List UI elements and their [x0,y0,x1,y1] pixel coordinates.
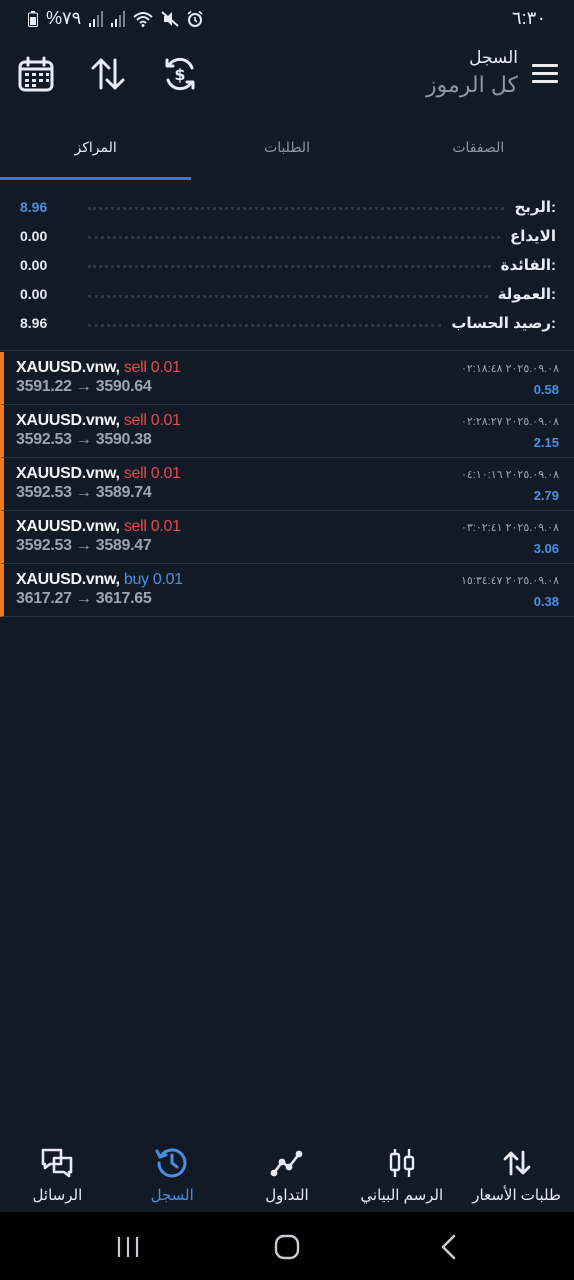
position-prices: 3591.22 → 3590.64 [16,378,152,395]
recent-apps-icon[interactable] [113,1232,143,1262]
dotted-leader [88,294,488,298]
deposit-label: الايداع [510,227,556,245]
summary-row-interest: 0.00 الفائدة: [20,250,556,279]
wifi-icon [133,11,154,27]
position-profit: 2.15 [533,435,559,450]
position-symbol: XAUUSD.vnw, sell 0.01 [16,359,181,376]
battery-percent: %٧٩ [46,8,82,28]
position-row[interactable]: XAUUSD.vnw, sell 0.01 3592.53 → 3589.47 … [0,511,574,564]
divider [0,350,574,351]
position-row[interactable]: XAUUSD.vnw, sell 0.01 3592.53 → 3589.74 … [0,458,574,511]
app-header: $ السجل كل الرموز [0,40,574,116]
position-side: sell 0.01 [123,359,181,376]
interest-value: 0.00 [20,256,48,273]
bottom-nav: الرسائل السجل التداول الرسم البياني طلبا… [0,1138,574,1212]
positions-list: XAUUSD.vnw, sell 0.01 3591.22 → 3590.64 … [0,352,574,617]
position-time: ٢٠٢٥.٠٩.٠٨ ٠٢:١٨:٤٨ [460,363,559,375]
deposit-value: 0.00 [20,227,48,244]
position-prices: 3617.27 → 3617.65 [16,590,152,607]
position-profit: 0.58 [533,382,559,397]
nav-label: الرسائل [32,1187,83,1204]
summary-row-commission: 0.00 العمولة: [20,280,556,309]
tab-positions[interactable]: المراكز [0,126,192,180]
nav-trade[interactable]: التداول [230,1138,345,1212]
signal-2-icon [111,10,126,27]
nav-messages[interactable]: الرسائل [0,1138,115,1212]
position-row[interactable]: XAUUSD.vnw, sell 0.01 3591.22 → 3590.64 … [0,352,574,405]
commission-label: العمولة: [497,286,556,304]
account-summary: 8.96 الربح: 0.00 الايداع 0.00 الفائدة: 0… [20,192,556,338]
history-icon [155,1148,187,1178]
menu-icon[interactable] [532,64,558,84]
nav-quotes[interactable]: طلبات الأسعار [459,1138,574,1212]
trade-icon [270,1150,303,1177]
calendar-icon[interactable] [18,56,54,92]
home-icon[interactable] [272,1232,302,1262]
quotes-icon [503,1150,530,1176]
profit-value: 8.96 [20,198,48,215]
summary-row-profit: 8.96 الربح: [20,192,556,221]
chart-icon [389,1149,414,1177]
position-symbol: XAUUSD.vnw, sell 0.01 [16,412,181,429]
clock: ٦:٣٠ [511,8,546,28]
signal-icon [89,10,104,27]
nav-history[interactable]: السجل [115,1138,230,1212]
alarm-icon [187,10,203,27]
battery-icon [28,10,38,27]
dotted-leader [88,323,442,327]
messages-icon [42,1148,73,1178]
tab-orders[interactable]: الطلبات [191,126,382,180]
position-prices: 3592.53 → 3590.38 [16,431,152,448]
nav-label: السجل [150,1187,194,1204]
position-symbol: XAUUSD.vnw, sell 0.01 [16,465,181,482]
position-prices: 3592.53 → 3589.47 [16,537,152,554]
position-profit: 2.79 [533,488,559,503]
nav-label: التداول [265,1187,309,1204]
dotted-leader [88,236,500,240]
dotted-leader [88,207,505,211]
interest-label: الفائدة: [500,256,556,274]
summary-row-deposit: 0.00 الايداع [20,221,556,250]
commission-value: 0.00 [20,286,48,303]
tab-deals[interactable]: الصفقات [383,126,574,180]
balance-label: رصيد الحساب: [451,315,556,333]
position-side: buy 0.01 [123,571,183,588]
header-titles: السجل كل الرموز [426,48,518,98]
position-time: ٢٠٢٥.٠٩.٠٨ ٠٢:٢٨:٢٧ [460,416,559,428]
mute-icon [161,10,180,27]
position-symbol: XAUUSD.vnw, sell 0.01 [16,518,181,535]
back-icon[interactable] [434,1232,464,1262]
position-row[interactable]: XAUUSD.vnw, sell 0.01 3592.53 → 3590.38 … [0,405,574,458]
symbol-filter[interactable]: كل الرموز [426,72,518,98]
position-time: ٢٠٢٥.٠٩.٠٨ ٠٤:١٠:١٦ [460,469,559,481]
balance-value: 8.96 [20,315,48,332]
sort-icon[interactable] [90,56,126,92]
profit-label: الربح: [514,198,556,216]
position-prices: 3592.53 → 3589.74 [16,484,152,501]
nav-label: الرسم البياني [360,1187,444,1204]
page-title: السجل [469,48,518,67]
position-time: ٢٠٢٥.٠٩.٠٨ ١٥:٣٤:٤٧ [460,575,559,587]
position-symbol: XAUUSD.vnw, buy 0.01 [16,571,183,588]
summary-row-balance: 8.96 رصيد الحساب: [20,309,556,338]
dotted-leader [88,265,491,269]
history-tabs: المراكز الطلبات الصفقات [0,126,574,180]
status-icons: %٧٩ [28,8,203,29]
position-side: sell 0.01 [123,465,181,482]
position-row[interactable]: XAUUSD.vnw, buy 0.01 3617.27 → 3617.65 ٢… [0,564,574,617]
nav-label: طلبات الأسعار [472,1187,561,1204]
nav-chart[interactable]: الرسم البياني [344,1138,459,1212]
position-side: sell 0.01 [123,518,181,535]
status-bar: %٧٩ ٦:٣٠ [0,0,574,38]
svg-text:$: $ [174,65,185,84]
position-time: ٢٠٢٥.٠٩.٠٨ ٠٣:٠٢:٤١ [460,522,559,534]
position-profit: 3.06 [533,541,559,556]
position-profit: 0.38 [533,594,559,609]
currency-exchange-icon[interactable]: $ [162,56,198,92]
system-nav-bar [0,1212,574,1280]
position-side: sell 0.01 [123,412,181,429]
